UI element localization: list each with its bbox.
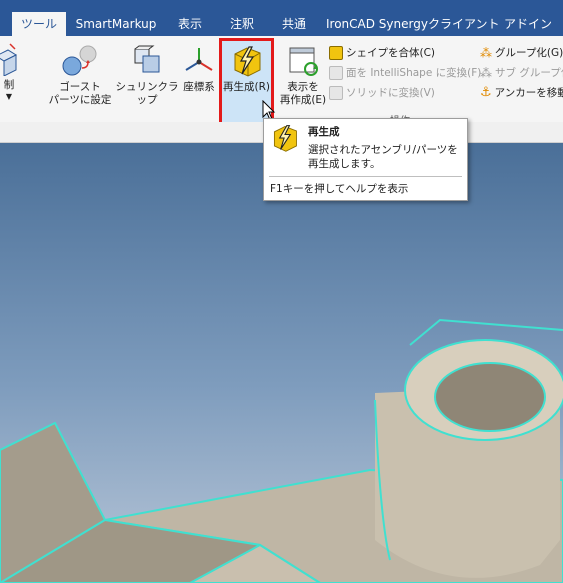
cylinder-hole — [434, 362, 546, 432]
tab-view[interactable]: 表示 — [168, 12, 212, 36]
tab-smartmarkup[interactable]: SmartMarkup — [74, 12, 158, 36]
combine-shapes-label: シェイプを合体(C) — [346, 47, 436, 59]
shrinkwrap-button[interactable]: シュリンクラップ — [115, 44, 179, 107]
recreate-view-icon — [289, 47, 318, 76]
coordinate-label: 座標系 — [183, 81, 215, 93]
tooltip-title: 再生成 — [308, 126, 340, 138]
convert-to-solid-label: ソリッドに変換(V) — [346, 87, 435, 99]
group-icon: ⁂ — [480, 46, 492, 60]
recreate-view-label-line1: 表示を — [287, 81, 319, 93]
tab-annotation[interactable]: 注釈 — [220, 12, 264, 36]
move-anchor-label: アンカーを移動( — [494, 87, 563, 99]
move-anchor-button[interactable]: ⚓ アンカーを移動( — [480, 85, 563, 101]
tab-ironcad-synergy-client[interactable]: IronCAD Synergyクライアント — [326, 12, 499, 36]
tooltip-help-text: F1キーを押してヘルプを表示 — [270, 183, 409, 195]
dropdown-arrow-icon: ▼ — [5, 92, 13, 101]
shrinkwrap-label: シュリンクラップ — [115, 81, 179, 106]
group-label: グループ化(G) — [495, 47, 563, 59]
subgroup-icon: ⁂ — [480, 66, 492, 80]
recreate-view-label-line2: 再作成(E) — [279, 94, 327, 106]
ghost-spheres-icon — [62, 45, 97, 76]
shrinkwrap-icon — [134, 45, 160, 73]
tab-tools[interactable]: ツール — [12, 12, 66, 36]
subgroup-label: サブ グループ化 — [495, 67, 563, 79]
tooltip-description: 選択されたアセンブリ/パーツを再生成します。 — [308, 144, 458, 170]
coordinate-axes-icon — [185, 48, 213, 71]
combine-shapes-icon — [329, 46, 343, 60]
tooltip-regenerate-icon — [273, 125, 297, 152]
convert-to-solid-button[interactable]: ソリッドに変換(V) — [329, 85, 435, 101]
tooltip-separator — [269, 176, 462, 177]
ghost-label-line2: パーツに設定 — [48, 94, 112, 106]
group-button[interactable]: ⁂ グループ化(G) — [480, 45, 563, 61]
3d-model-scene[interactable] — [0, 143, 563, 583]
cube-icon — [0, 43, 18, 76]
intellishape-icon — [329, 66, 343, 80]
ribbon-tab-bar: ツール SmartMarkup 表示 注釈 共通 IronCAD Synergy… — [0, 0, 563, 36]
solid-icon — [329, 86, 343, 100]
set-ghost-parts-button[interactable]: ゴースト パーツに設定 — [44, 44, 116, 107]
combine-shapes-button[interactable]: シェイプを合体(C) — [329, 45, 435, 61]
anchor-icon: ⚓ — [480, 85, 492, 100]
regenerate-tooltip: 再生成 選択されたアセンブリ/パーツを再生成します。 F1キーを押してヘルプを表… — [263, 118, 468, 201]
control-label: 制 — [3, 79, 15, 91]
control-button[interactable]: 制 ▼ — [0, 42, 18, 102]
convert-to-intellishape-button[interactable]: 面を IntelliShape に変換(F) — [329, 65, 481, 81]
convert-to-intellishape-label: 面を IntelliShape に変換(F) — [346, 67, 482, 79]
ghost-label-line1: ゴースト — [59, 81, 101, 93]
subgroup-button[interactable]: ⁂ サブ グループ化 — [480, 65, 563, 81]
recreate-view-button[interactable]: 表示を 再作成(E) — [275, 44, 331, 107]
tab-addins[interactable]: アドイン — [498, 12, 558, 36]
tab-common[interactable]: 共通 — [272, 12, 316, 36]
3d-viewport[interactable] — [0, 143, 563, 583]
coordinate-system-button[interactable]: 座標系 — [180, 44, 218, 94]
